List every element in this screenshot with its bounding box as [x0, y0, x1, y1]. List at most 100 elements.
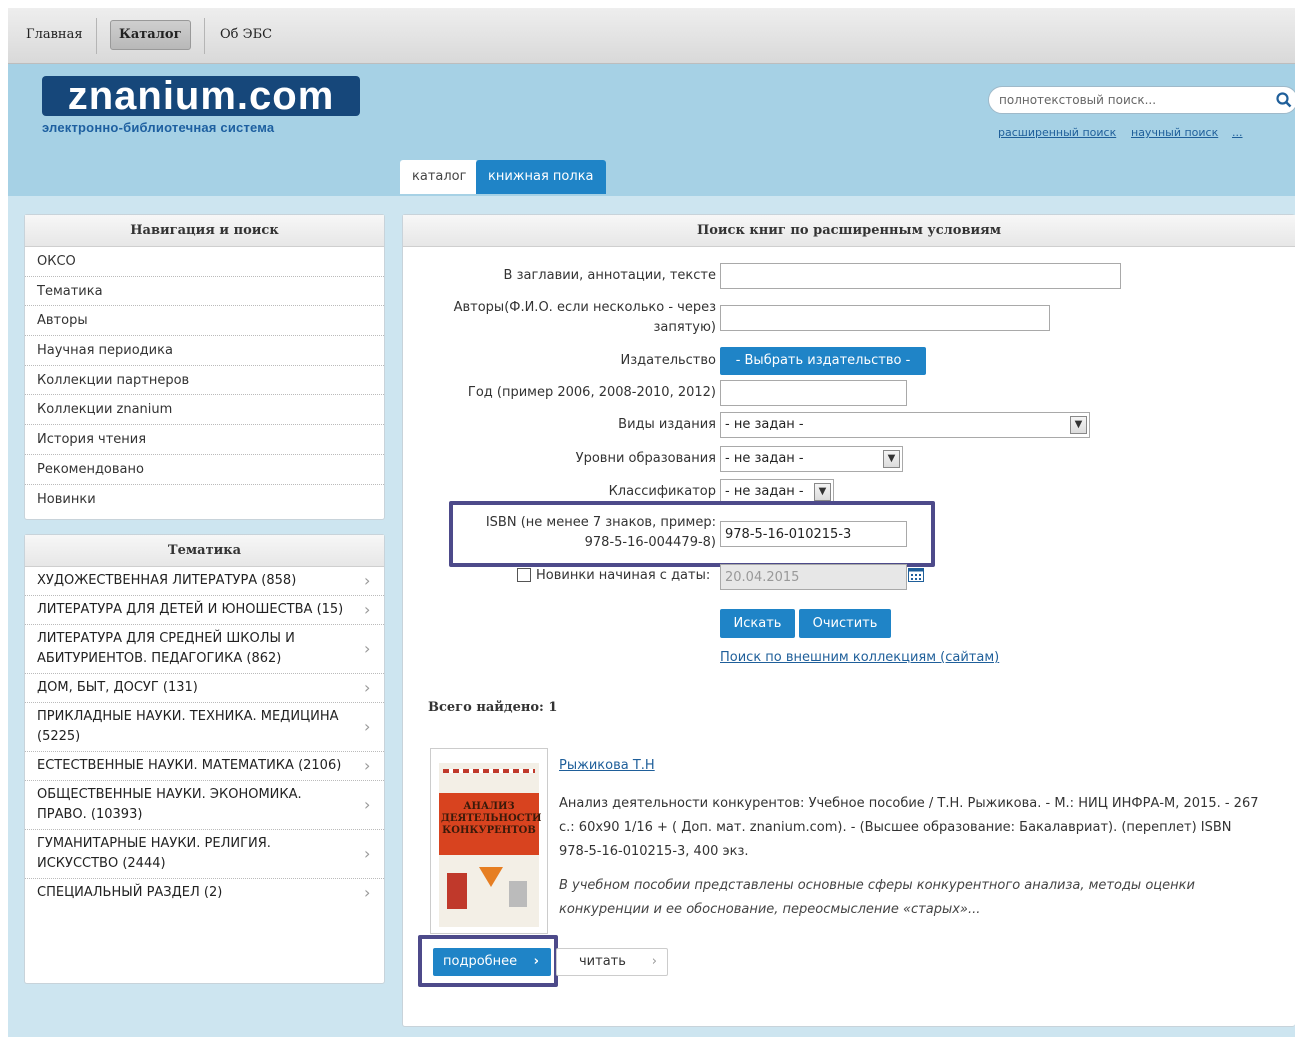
result-annotation: В учебном пособии представлены основные …: [559, 878, 1195, 917]
cover-graphic: [479, 867, 503, 887]
theme-item[interactable]: ОБЩЕСТВЕННЫЕ НАУКИ. ЭКОНОМИКА. ПРАВО. (1…: [25, 781, 384, 830]
theme-label: ЛИТЕРАТУРА ДЛЯ ДЕТЕЙ И ЮНОШЕСТВА (15): [37, 602, 344, 617]
theme-item[interactable]: ДОМ, БЫТ, ДОСУГ (131) ›: [25, 674, 384, 703]
more-details-button[interactable]: подробнее ›: [433, 948, 551, 976]
dropdown-arrow-icon: ▼: [814, 483, 831, 501]
result-description: Анализ деятельности конкурентов: Учебное…: [559, 796, 1259, 859]
chevron-right-icon: ›: [364, 883, 371, 902]
cover-stripe: [443, 769, 535, 773]
chevron-right-icon: ›: [651, 954, 657, 969]
theme-label: ХУДОЖЕСТВЕННАЯ ЛИТЕРАТУРА (858): [37, 573, 297, 588]
book-cover[interactable]: АНАЛИЗ ДЕЯТЕЛЬНОСТИ КОНКУРЕНТОВ: [430, 748, 548, 934]
classifier-value: - не задан -: [725, 484, 804, 499]
nav-item-partner-collections[interactable]: Коллекции партнеров: [25, 366, 384, 396]
cover-image: АНАЛИЗ ДЕЯТЕЛЬНОСТИ КОНКУРЕНТОВ: [439, 763, 542, 927]
search-icon[interactable]: [1275, 91, 1293, 109]
advanced-search-title: Поиск книг по расширенным условиям: [403, 215, 1295, 247]
cover-title: АНАЛИЗ ДЕЯТЕЛЬНОСТИ КОНКУРЕНТОВ: [441, 801, 542, 836]
theme-item[interactable]: ПРИКЛАДНЫЕ НАУКИ. ТЕХНИКА. МЕДИЦИНА (522…: [25, 703, 384, 752]
nav-item-okso[interactable]: ОКСО: [25, 247, 384, 277]
top-navigation: Главная Каталог Об ЭБС: [8, 8, 1295, 64]
nav-item-new[interactable]: Новинки: [25, 485, 384, 515]
edition-type-select[interactable]: - не задан - ▼: [720, 412, 1090, 438]
education-level-label: Уровни образования: [575, 451, 716, 466]
fulltext-search: [988, 86, 1295, 114]
logo[interactable]: znanium.com: [42, 76, 360, 116]
new-items-label: Новинки начиная с даты:: [536, 568, 711, 583]
theme-item[interactable]: ЕСТЕСТВЕННЫЕ НАУКИ. МАТЕМАТИКА (2106) ›: [25, 752, 384, 781]
theme-label: ПРИКЛАДНЫЕ НАУКИ. ТЕХНИКА. МЕДИЦИНА (522…: [37, 709, 339, 744]
chevron-right-icon: ›: [364, 844, 371, 863]
publisher-label: Издательство: [620, 353, 716, 368]
isbn-field-label: ISBN (не менее 7 знаков, пример: 978-5-1…: [485, 515, 716, 550]
themes-title: Тематика: [25, 535, 384, 567]
more-search-link[interactable]: ...: [1232, 126, 1243, 139]
nav-item-znanium-collections[interactable]: Коллекции znanium: [25, 395, 384, 426]
chevron-right-icon: ›: [364, 571, 371, 590]
navigation-title: Навигация и поиск: [25, 215, 384, 247]
theme-label: ЛИТЕРАТУРА ДЛЯ СРЕДНЕЙ ШКОЛЫ И АБИТУРИЕН…: [37, 631, 295, 666]
chevron-right-icon: ›: [364, 678, 371, 697]
theme-item[interactable]: ГУМАНИТАРНЫЕ НАУКИ. РЕЛИГИЯ. ИСКУССТВО (…: [25, 830, 384, 879]
education-level-select[interactable]: - не задан - ▼: [720, 446, 903, 472]
tab-bookshelf[interactable]: книжная полка: [476, 160, 606, 194]
authors-field-label: Авторы(Ф.И.О. если несколько - через зап…: [453, 300, 716, 335]
nav-item-recommended[interactable]: Рекомендовано: [25, 455, 384, 485]
theme-label: ГУМАНИТАРНЫЕ НАУКИ. РЕЛИГИЯ. ИСКУССТВО (…: [37, 836, 271, 871]
scientific-search-link[interactable]: научный поиск: [1131, 126, 1218, 139]
fulltext-search-input[interactable]: [999, 91, 1269, 109]
theme-label: ОБЩЕСТВЕННЫЕ НАУКИ. ЭКОНОМИКА. ПРАВО. (1…: [37, 787, 302, 822]
edition-type-value: - не задан -: [725, 417, 804, 432]
divider: [204, 18, 205, 54]
nav-catalog[interactable]: Каталог: [110, 20, 191, 50]
theme-item[interactable]: СПЕЦИАЛЬНЫЙ РАЗДЕЛ (2) ›: [25, 879, 384, 907]
title-field[interactable]: [720, 263, 1121, 289]
read-label: читать: [579, 954, 626, 969]
chevron-right-icon: ›: [364, 639, 371, 658]
calendar-icon[interactable]: [908, 568, 924, 582]
year-field-label: Год (пример 2006, 2008-2010, 2012): [467, 385, 716, 400]
education-level-value: - не задан -: [725, 451, 804, 466]
nav-item-themes[interactable]: Тематика: [25, 277, 384, 307]
cover-graphic: [509, 881, 527, 907]
new-items-date-field[interactable]: [720, 564, 907, 590]
result-author-link[interactable]: Рыжикова Т.Н: [559, 758, 655, 773]
chevron-right-icon: ›: [364, 756, 371, 775]
themes-panel: Тематика ХУДОЖЕСТВЕННАЯ ЛИТЕРАТУРА (858)…: [24, 534, 385, 984]
title-field-label: В заглавии, аннотации, тексте: [503, 268, 716, 283]
theme-label: ДОМ, БЫТ, ДОСУГ (131): [37, 680, 198, 695]
edition-type-label: Виды издания: [618, 417, 716, 432]
chevron-right-icon: ›: [364, 600, 371, 619]
nav-item-reading-history[interactable]: История чтения: [25, 425, 384, 455]
site-header: znanium.com электронно-библиотечная сист…: [8, 64, 1295, 196]
logo-subtitle: электронно-библиотечная система: [42, 120, 275, 135]
tab-catalog[interactable]: каталог: [400, 160, 479, 194]
isbn-field[interactable]: [720, 521, 907, 547]
nav-home[interactable]: Главная: [18, 20, 91, 50]
results-count: Всего найдено: 1: [428, 700, 558, 715]
theme-item[interactable]: ЛИТЕРАТУРА ДЛЯ СРЕДНЕЙ ШКОЛЫ И АБИТУРИЕН…: [25, 625, 384, 674]
navigation-panel: Навигация и поиск ОКСО Тематика Авторы Н…: [24, 214, 385, 520]
more-details-label: подробнее: [443, 954, 518, 969]
new-items-checkbox[interactable]: [517, 568, 531, 582]
nav-item-authors[interactable]: Авторы: [25, 306, 384, 337]
nav-about[interactable]: Об ЭБС: [212, 20, 280, 50]
dropdown-arrow-icon: ▼: [1070, 416, 1087, 434]
search-button[interactable]: Искать: [720, 609, 795, 638]
advanced-search-link[interactable]: расширенный поиск: [998, 126, 1116, 139]
theme-label: СПЕЦИАЛЬНЫЙ РАЗДЕЛ (2): [37, 885, 223, 900]
theme-item[interactable]: ЛИТЕРАТУРА ДЛЯ ДЕТЕЙ И ЮНОШЕСТВА (15) ›: [25, 596, 384, 625]
divider: [96, 18, 97, 54]
authors-field[interactable]: [720, 305, 1050, 331]
chevron-right-icon: ›: [364, 717, 371, 736]
nav-item-periodicals[interactable]: Научная периодика: [25, 336, 384, 366]
clear-button[interactable]: Очистить: [799, 609, 891, 638]
theme-label: ЕСТЕСТВЕННЫЕ НАУКИ. МАТЕМАТИКА (2106): [37, 758, 342, 773]
theme-item[interactable]: ХУДОЖЕСТВЕННАЯ ЛИТЕРАТУРА (858) ›: [25, 567, 384, 596]
classifier-label: Классификатор: [608, 484, 716, 499]
dropdown-arrow-icon: ▼: [883, 450, 900, 468]
read-button[interactable]: читать ›: [556, 948, 668, 976]
external-collections-link[interactable]: Поиск по внешним коллекциям (сайтам): [720, 650, 999, 665]
year-field[interactable]: [720, 380, 907, 406]
choose-publisher-button[interactable]: - Выбрать издательство -: [720, 347, 926, 375]
